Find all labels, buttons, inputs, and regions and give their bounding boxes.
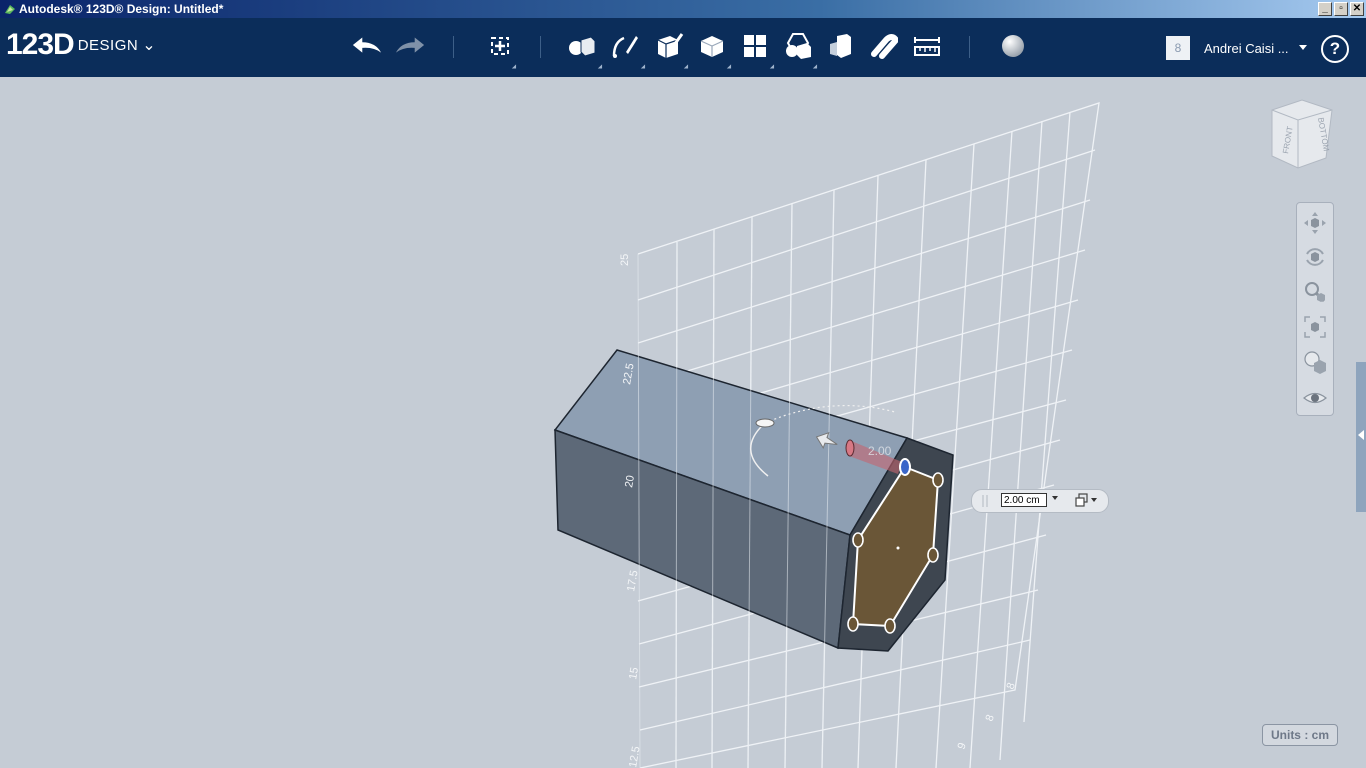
grid-label: 15: [627, 666, 641, 680]
app-menu-logo[interactable]: 123D DESIGN ⌄: [6, 28, 156, 62]
sketch-caret: [640, 64, 648, 71]
orbit-icon[interactable]: [1301, 243, 1329, 271]
primitives-icon[interactable]: [566, 30, 598, 62]
toolbar-separator: [540, 36, 541, 58]
viewport-canvas[interactable]: 25 22.5 20 17.5 15 12.5 8 8 9 2.00 FRONT…: [0, 77, 1366, 768]
snap-options-button[interactable]: [1075, 493, 1099, 507]
visibility-icon[interactable]: [1301, 384, 1329, 412]
sketch-icon[interactable]: [609, 30, 641, 62]
grouping-icon[interactable]: [782, 30, 814, 62]
chevron-down-icon: ⌄: [142, 37, 156, 54]
zoom-icon[interactable]: [1301, 278, 1329, 306]
pattern-caret: [769, 64, 777, 71]
app-icon: [5, 5, 15, 14]
transform-caret: [511, 64, 519, 71]
dimension-ghost-label: 2.00: [868, 444, 892, 458]
logo-text: 123D: [6, 28, 75, 61]
material-icon[interactable]: [997, 30, 1029, 62]
construct-caret: [683, 64, 691, 71]
navigation-bar: [1296, 202, 1334, 416]
transform-icon[interactable]: [484, 30, 516, 62]
help-button[interactable]: ?: [1321, 35, 1349, 63]
chevron-left-icon[interactable]: [1358, 430, 1364, 440]
window-titlebar: Autodesk® 123D® Design: Untitled* _ ▫ ✕: [0, 0, 1366, 18]
grid-label: 25: [619, 254, 631, 266]
avatar: 8: [1166, 36, 1190, 60]
close-button[interactable]: ✕: [1350, 2, 1364, 16]
view-mode-icon[interactable]: [1301, 348, 1329, 376]
chevron-down-icon[interactable]: [1299, 45, 1307, 50]
logo-sub: DESIGN: [77, 37, 139, 54]
user-menu[interactable]: 8 Andrei Caisi ...: [1166, 36, 1289, 60]
grouping-caret: [812, 64, 820, 71]
dimension-value-input[interactable]: [1001, 493, 1047, 507]
snap-icon[interactable]: [867, 30, 899, 62]
grid-label: 20: [623, 474, 637, 488]
modify-icon[interactable]: [696, 30, 728, 62]
grip-icon: [982, 495, 988, 507]
scene-view[interactable]: 25 22.5 20 17.5 15 12.5 8 8 9 2.00: [0, 77, 1366, 768]
primitives-caret: [597, 64, 605, 71]
pan-icon[interactable]: [1301, 209, 1329, 237]
construct-icon[interactable]: [653, 30, 685, 62]
undo-icon[interactable]: [351, 30, 383, 62]
toolbar-separator: [969, 36, 970, 58]
modify-caret: [726, 64, 734, 71]
redo-icon[interactable]: [394, 30, 426, 62]
viewcube[interactable]: FRONT BOTTOM: [1264, 96, 1338, 172]
user-name: Andrei Caisi ...: [1204, 40, 1289, 56]
fit-icon[interactable]: [1301, 313, 1329, 341]
dimension-input-bar: [971, 489, 1109, 513]
minimize-button[interactable]: _: [1318, 2, 1332, 16]
pattern-icon[interactable]: [739, 30, 771, 62]
window-title: Autodesk® 123D® Design: Untitled*: [19, 2, 224, 16]
chevron-down-icon[interactable]: [1052, 496, 1058, 500]
toolbar-separator: [453, 36, 454, 58]
grid-label: 17.5: [625, 569, 641, 592]
units-indicator[interactable]: Units : cm: [1262, 724, 1338, 746]
measure-icon[interactable]: [911, 30, 943, 62]
grid-label: 8: [984, 713, 997, 723]
active-vertex[interactable]: [899, 458, 911, 476]
restore-button[interactable]: ▫: [1334, 2, 1348, 16]
grid-label: 9: [956, 741, 969, 751]
combine-icon[interactable]: [825, 30, 857, 62]
main-toolbar: 123D DESIGN ⌄ 8 Andrei Caisi ... ?: [0, 18, 1366, 77]
